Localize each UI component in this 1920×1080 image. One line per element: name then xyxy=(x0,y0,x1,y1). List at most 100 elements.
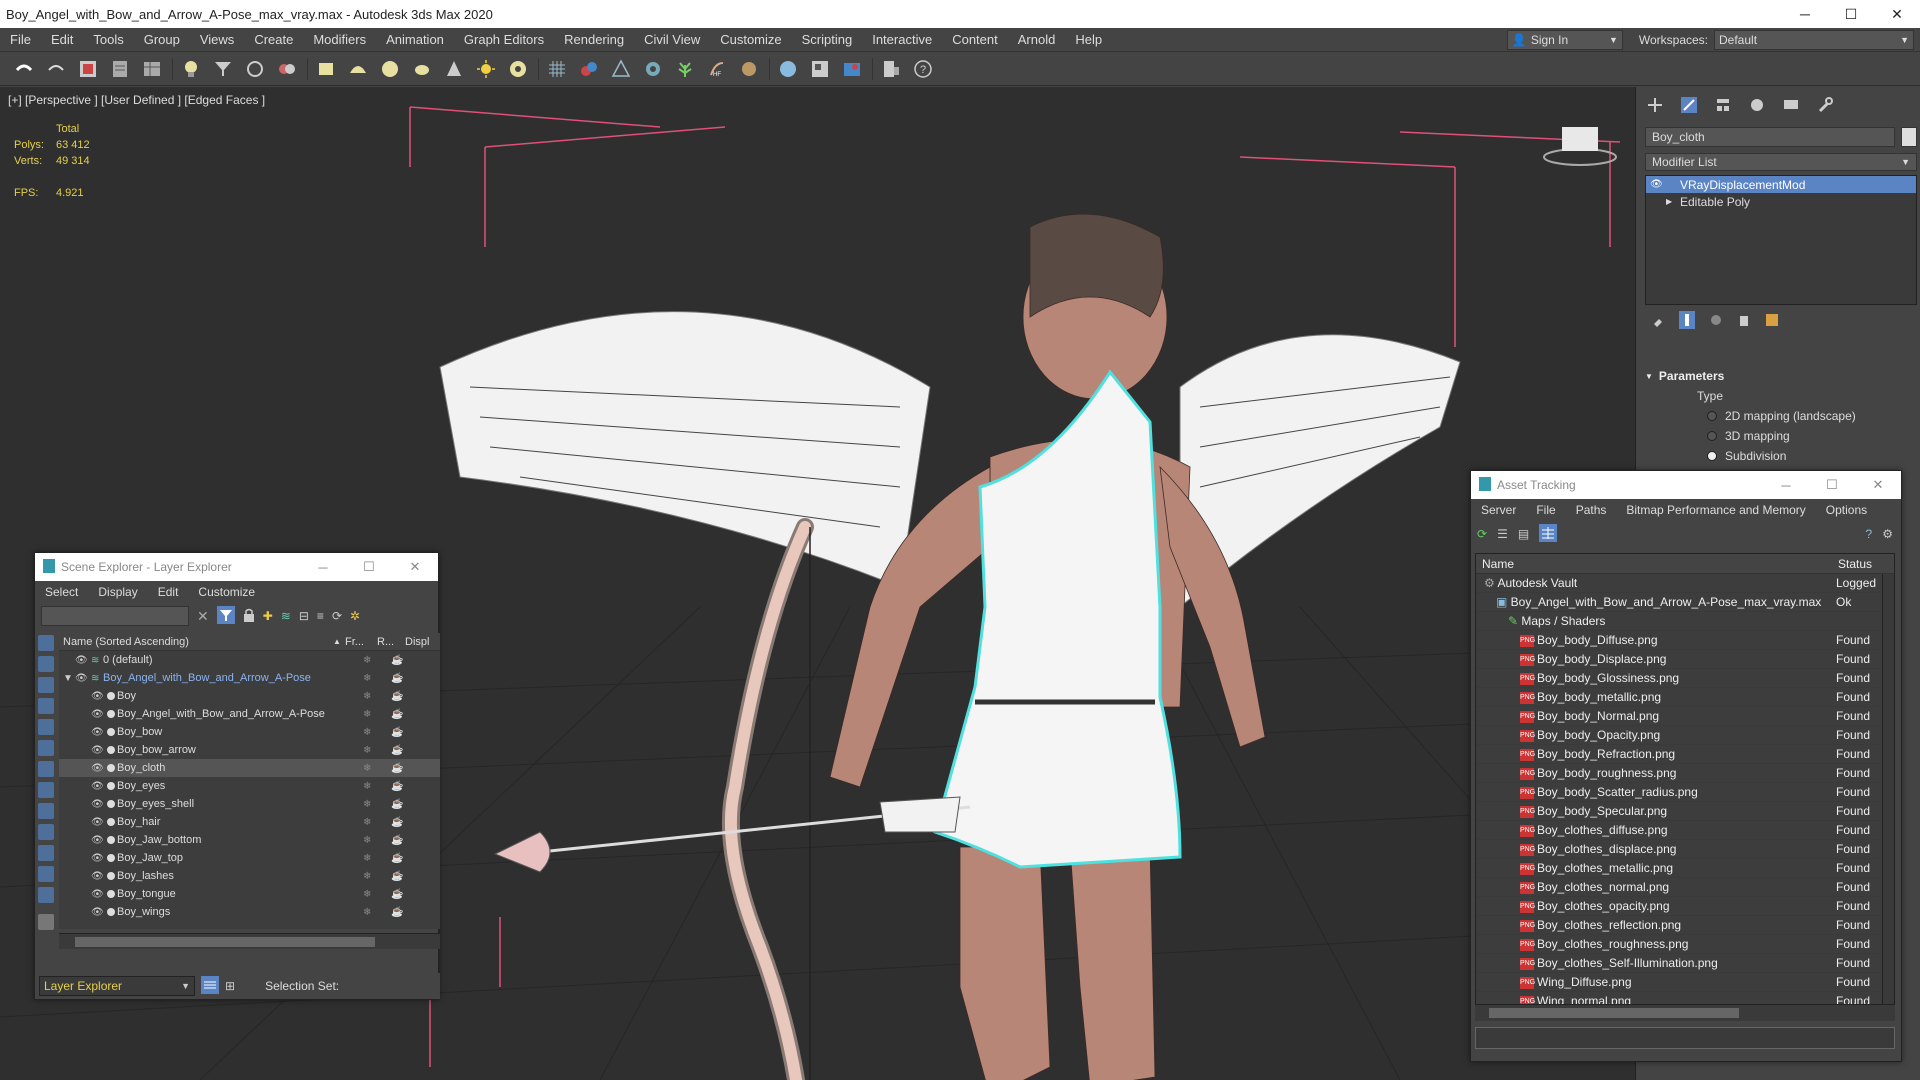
asset-row[interactable]: PNG Boy_clothes_Self-Illumination.png Foun… xyxy=(1476,954,1894,973)
display-particles-icon[interactable] xyxy=(38,866,54,882)
se-row[interactable]: 👁 Boy_hair ❄ ☕ xyxy=(59,813,440,831)
asset-row[interactable]: PNG Boy_clothes_roughness.png Found xyxy=(1476,935,1894,954)
freeze-icon[interactable]: ❄ xyxy=(363,655,371,666)
render-frame-icon[interactable] xyxy=(808,57,832,81)
at-menu-paths[interactable]: Paths xyxy=(1566,503,1617,517)
menu-help[interactable]: Help xyxy=(1065,28,1112,52)
asset-row[interactable]: PNG Boy_body_Displace.png Found xyxy=(1476,650,1894,669)
visibility-eye-icon[interactable]: 👁 xyxy=(91,871,104,882)
se-menu-edit[interactable]: Edit xyxy=(148,585,189,599)
display-visible-icon[interactable] xyxy=(38,887,54,903)
asset-row[interactable]: PNG Boy_clothes_displace.png Found xyxy=(1476,840,1894,859)
se-row[interactable]: ▼ 👁 ≋ Boy_Angel_with_Bow_and_Arrow_A-Pose ❄ ☕ xyxy=(59,669,440,687)
trash-icon[interactable] xyxy=(1737,313,1751,330)
sign-in-dropdown[interactable]: 👤 Sign In ▼ xyxy=(1506,29,1623,50)
motion-tab-icon[interactable] xyxy=(1747,95,1767,115)
freeze-icon[interactable]: ❄ xyxy=(363,853,371,864)
freeze-icon[interactable]: ❄ xyxy=(363,781,371,792)
explorer-mode-dropdown[interactable]: Layer Explorer ▼ xyxy=(39,976,195,996)
select-link-icon[interactable] xyxy=(76,57,100,81)
gear-icon[interactable] xyxy=(641,57,665,81)
se-row[interactable]: 👁 Boy_Angel_with_Bow_and_Arrow_A-Pose ❄ ☕ xyxy=(59,705,440,723)
visibility-eye-icon[interactable]: 👁 xyxy=(91,781,104,792)
close-button[interactable]: ✕ xyxy=(1874,0,1920,28)
se-search-input[interactable] xyxy=(41,606,189,626)
menu-rendering[interactable]: Rendering xyxy=(554,28,634,52)
freeze-icon[interactable]: ❄ xyxy=(363,799,371,810)
radio-2d-mapping[interactable]: 2D mapping (landscape) xyxy=(1707,409,1856,423)
se-row[interactable]: 👁 Boy_wings ❄ ☕ xyxy=(59,903,440,921)
at-menu-file[interactable]: File xyxy=(1526,503,1565,517)
settings-icon[interactable]: ⚙ xyxy=(1882,527,1893,541)
help-icon[interactable]: ? xyxy=(911,57,935,81)
detail-view-icon[interactable]: ▤ xyxy=(1518,527,1529,541)
parameters-rollout-header[interactable]: ▼ Parameters xyxy=(1645,367,1917,385)
sun-icon[interactable] xyxy=(474,57,498,81)
display-geometry-icon[interactable] xyxy=(38,635,54,651)
at-menu-bitmap[interactable]: Bitmap Performance and Memory xyxy=(1616,503,1815,517)
freeze-icon[interactable]: ❄ xyxy=(363,763,371,774)
menu-customize[interactable]: Customize xyxy=(710,28,791,52)
freeze-icon[interactable]: ❄ xyxy=(363,673,371,684)
se-horizontal-scrollbar[interactable] xyxy=(59,933,440,949)
modifier-list-dropdown[interactable]: Modifier List ▼ xyxy=(1645,153,1917,171)
clear-search-icon[interactable]: ✕ xyxy=(197,608,209,625)
at-menu-options[interactable]: Options xyxy=(1816,503,1877,517)
menu-arnold[interactable]: Arnold xyxy=(1008,28,1066,52)
visibility-eye-icon[interactable]: 👁 xyxy=(91,835,104,846)
list-view-icon[interactable]: ☰ xyxy=(1497,527,1508,541)
asset-row[interactable]: PNG Wing_Diffuse.png Found xyxy=(1476,973,1894,992)
display-xrefs-icon[interactable] xyxy=(38,782,54,798)
teapot-icon[interactable] xyxy=(410,57,434,81)
at-vertical-scrollbar[interactable] xyxy=(1882,574,1894,1004)
se-row[interactable]: 👁 Boy_bow ❄ ☕ xyxy=(59,723,440,741)
renderable-teapot-icon[interactable]: ☕ xyxy=(391,799,403,810)
menu-group[interactable]: Group xyxy=(134,28,190,52)
menu-edit[interactable]: Edit xyxy=(41,28,83,52)
show-end-result-icon[interactable] xyxy=(1679,310,1695,332)
help-icon[interactable]: ? xyxy=(1866,527,1873,541)
hierarchy-tab-icon[interactable] xyxy=(1713,95,1733,115)
se-row[interactable]: 👁 Boy_eyes_shell ❄ ☕ xyxy=(59,795,440,813)
menu-civil-view[interactable]: Civil View xyxy=(634,28,710,52)
maximize-button[interactable]: ☐ xyxy=(346,559,392,575)
visibility-eye-icon[interactable]: 👁 xyxy=(91,817,104,828)
se-menu-customize[interactable]: Customize xyxy=(188,585,265,599)
radio-button[interactable] xyxy=(1707,451,1717,461)
freeze-icon[interactable]: ❄ xyxy=(363,871,371,882)
display-containers-icon[interactable] xyxy=(38,824,54,840)
undo-icon[interactable] xyxy=(12,57,36,81)
asset-tracking-titlebar[interactable]: Asset Tracking ─ ☐ ✕ xyxy=(1471,471,1901,499)
layer-explorer-toggle-icon[interactable] xyxy=(201,975,219,997)
freeze-icon[interactable]: ❄ xyxy=(363,691,371,702)
close-button[interactable]: ✕ xyxy=(392,559,438,575)
se-row[interactable]: 👁 Boy_Jaw_bottom ❄ ☕ xyxy=(59,831,440,849)
visibility-eye-icon[interactable]: 👁 xyxy=(91,907,104,918)
visibility-eye-icon[interactable]: 👁 xyxy=(91,889,104,900)
close-button[interactable]: ✕ xyxy=(1855,477,1901,493)
asset-row[interactable]: PNG Boy_body_Refraction.png Found xyxy=(1476,745,1894,764)
asset-row[interactable]: PNG Wing_normal.png Found xyxy=(1476,992,1894,1004)
renderable-teapot-icon[interactable]: ☕ xyxy=(391,763,403,774)
renderable-teapot-icon[interactable]: ☕ xyxy=(391,853,403,864)
add-layer-icon[interactable]: ✚ xyxy=(263,609,273,623)
create-tab-plus-icon[interactable] xyxy=(1645,95,1665,115)
menu-content[interactable]: Content xyxy=(942,28,1008,52)
se-row[interactable]: 👁 Boy_eyes ❄ ☕ xyxy=(59,777,440,795)
asset-row[interactable]: PNG Boy_body_roughness.png Found xyxy=(1476,764,1894,783)
menu-create[interactable]: Create xyxy=(244,28,303,52)
modify-tab-icon[interactable] xyxy=(1679,95,1699,115)
select-move-icon[interactable] xyxy=(275,57,299,81)
freeze-icon[interactable]: ❄ xyxy=(363,709,371,720)
freeze-icon[interactable]: ❄ xyxy=(363,889,371,900)
scene-explorer-icon[interactable] xyxy=(879,57,903,81)
minimize-button[interactable]: ─ xyxy=(1782,0,1828,28)
stack-item-editable-poly[interactable]: ▶ Editable Poly xyxy=(1646,193,1916,210)
expand-arrow-icon[interactable]: ▶ xyxy=(1666,197,1680,206)
asset-row[interactable]: PNG Boy_body_Diffuse.png Found xyxy=(1476,631,1894,650)
visibility-eye-icon[interactable]: 👁 xyxy=(91,709,104,720)
menu-animation[interactable]: Animation xyxy=(376,28,454,52)
col-name[interactable]: Name (Sorted Ascending) xyxy=(63,636,189,648)
minimize-button[interactable]: ─ xyxy=(1763,478,1809,493)
se-row[interactable]: 👁 Boy_bow_arrow ❄ ☕ xyxy=(59,741,440,759)
